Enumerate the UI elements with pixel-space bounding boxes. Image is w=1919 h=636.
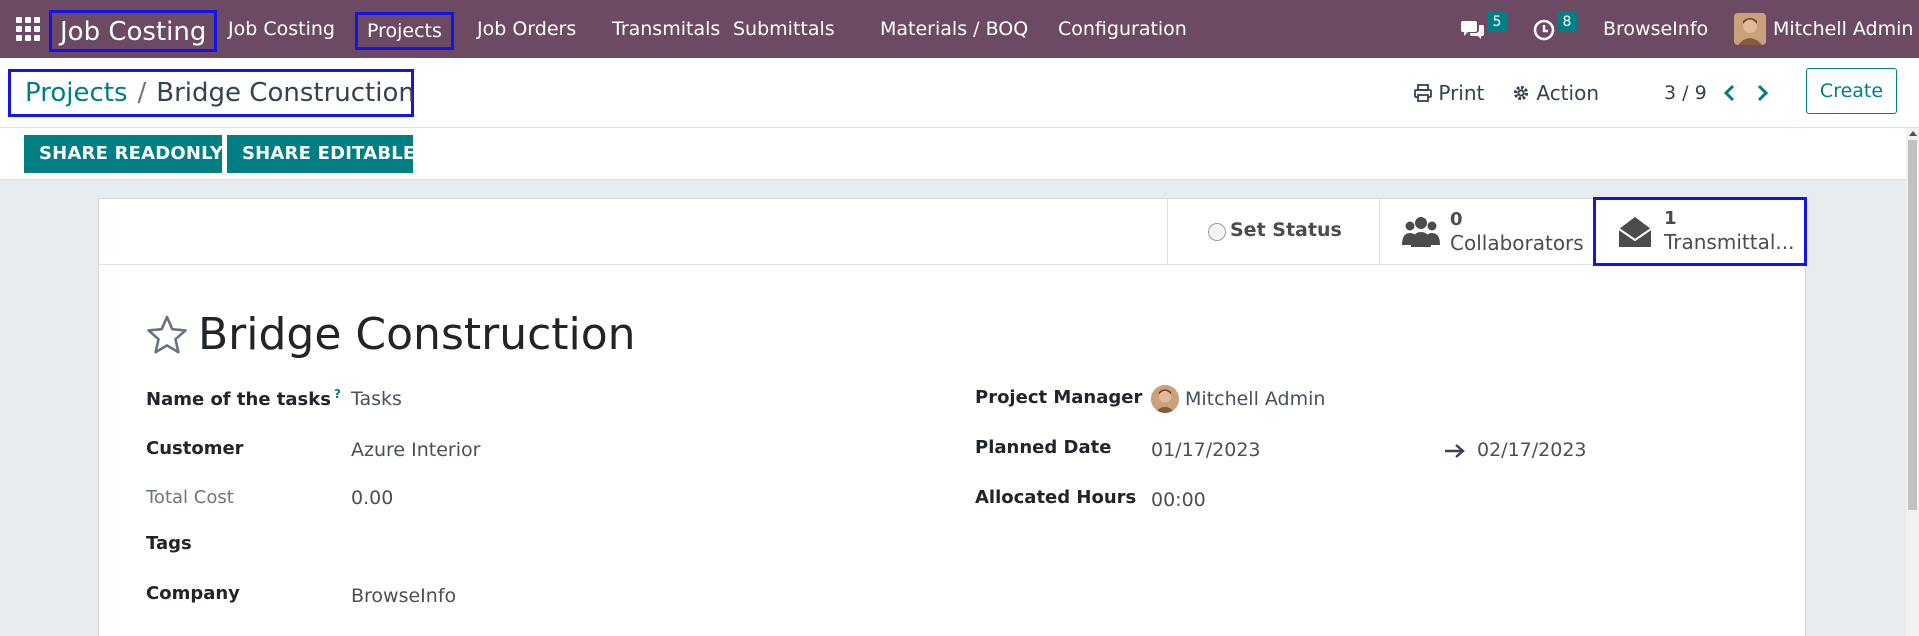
- tags-label: Tags: [146, 533, 192, 554]
- total-cost-field: 0.00: [351, 487, 394, 509]
- allocated-hours-label: Allocated Hours: [975, 487, 1137, 508]
- print-label: Print: [1438, 81, 1485, 105]
- breadcrumb-projects-link[interactable]: Projects: [25, 78, 128, 108]
- action-button[interactable]: Action: [1512, 76, 1599, 110]
- breadcrumb-current: Bridge Construction: [156, 78, 415, 108]
- transmittals-count: 1: [1664, 208, 1677, 229]
- company-switcher[interactable]: BrowseInfo: [1603, 0, 1708, 58]
- transmittals-label: Transmittal...: [1664, 230, 1795, 254]
- project-manager-field[interactable]: Mitchell Admin: [1185, 388, 1325, 410]
- button-box: Set Status 0 Collaborators 1 Transmittal: [99, 197, 1807, 266]
- menu-job-orders[interactable]: Job Orders: [477, 0, 576, 58]
- breadcrumb: Projects / Bridge Construction: [8, 69, 415, 117]
- control-panel: Projects / Bridge Construction Print Actio…: [0, 58, 1919, 128]
- customer-field[interactable]: Azure Interior: [351, 439, 480, 461]
- allocated-hours-field[interactable]: 00:00: [1151, 489, 1206, 511]
- messages-count-badge: 5: [1487, 12, 1507, 32]
- chat-icon[interactable]: [1460, 16, 1486, 42]
- top-navbar: Job Costing Job Costing Projects Job Ord…: [0, 0, 1919, 58]
- customer-label: Customer: [146, 438, 244, 459]
- collaborators-label: Collaborators: [1450, 231, 1584, 255]
- planned-start-date-field[interactable]: 01/17/2023: [1151, 439, 1261, 461]
- project-title[interactable]: Bridge Construction: [198, 305, 636, 365]
- project-manager-label: Project Manager: [975, 387, 1143, 408]
- user-avatar[interactable]: [1734, 13, 1766, 45]
- transmittals-button[interactable]: 1 Transmittal...: [1593, 197, 1807, 266]
- print-button[interactable]: Print: [1414, 76, 1484, 110]
- menu-job-costing[interactable]: Job Costing: [228, 0, 335, 58]
- share-readonly-button[interactable]: SHARE READONLY: [24, 135, 223, 173]
- share-editable-button[interactable]: SHARE EDITABLE: [227, 135, 415, 173]
- pager-value[interactable]: 3 / 9: [1664, 76, 1707, 110]
- manager-avatar: [1151, 385, 1179, 413]
- total-cost-label: Total Cost: [146, 487, 234, 508]
- menu-submittals[interactable]: Submittals: [733, 0, 835, 58]
- arrow-right-icon: [1445, 444, 1465, 458]
- collaborators-count: 0: [1450, 209, 1463, 230]
- set-status-label: Set Status: [1230, 219, 1342, 241]
- breadcrumb-separator: /: [137, 78, 147, 108]
- action-label: Action: [1536, 81, 1599, 105]
- menu-transmitals[interactable]: Transmitals: [612, 0, 720, 58]
- clock-icon[interactable]: [1532, 16, 1558, 42]
- planned-end-date-field[interactable]: 02/17/2023: [1477, 439, 1587, 461]
- create-button[interactable]: Create: [1806, 68, 1897, 114]
- tasks-name-label: Name of the tasks?: [146, 387, 341, 410]
- envelope-open-icon: [1618, 217, 1652, 247]
- menu-materials-boq[interactable]: Materials / BOQ: [880, 0, 1028, 58]
- chevron-right-icon[interactable]: [1753, 83, 1771, 103]
- menu-projects[interactable]: Projects: [355, 12, 454, 50]
- planned-date-label: Planned Date: [975, 437, 1112, 458]
- status-radio-icon: [1208, 223, 1226, 241]
- menu-configuration[interactable]: Configuration: [1058, 0, 1187, 58]
- chevron-left-icon[interactable]: [1721, 83, 1739, 103]
- vertical-scrollbar[interactable]: [1906, 128, 1919, 636]
- tags-field[interactable]: [351, 533, 851, 557]
- form-statusbar: SHARE READONLY SHARE EDITABLE: [0, 128, 1906, 180]
- favorite-star-icon[interactable]: [146, 314, 188, 356]
- form-sheet: Set Status 0 Collaborators 1 Transmittal: [98, 197, 1807, 636]
- gear-icon: [1513, 85, 1529, 101]
- user-menu[interactable]: Mitchell Admin: [1773, 0, 1913, 58]
- company-field[interactable]: BrowseInfo: [351, 585, 456, 607]
- company-label: Company: [146, 583, 240, 604]
- set-status-button[interactable]: Set Status: [1167, 199, 1379, 265]
- collaborators-button[interactable]: 0 Collaborators: [1379, 199, 1593, 265]
- apps-menu-icon[interactable]: [16, 17, 40, 41]
- print-icon: [1414, 84, 1432, 102]
- users-icon: [1402, 217, 1440, 247]
- tasks-help-tooltip[interactable]: ?: [334, 387, 341, 401]
- activities-count-badge: 8: [1557, 12, 1577, 32]
- scrollbar-thumb[interactable]: [1908, 140, 1917, 510]
- tasks-name-field[interactable]: Tasks: [351, 388, 402, 410]
- scroll-up-arrow-icon[interactable]: [1909, 131, 1917, 136]
- app-brand[interactable]: Job Costing: [49, 10, 218, 52]
